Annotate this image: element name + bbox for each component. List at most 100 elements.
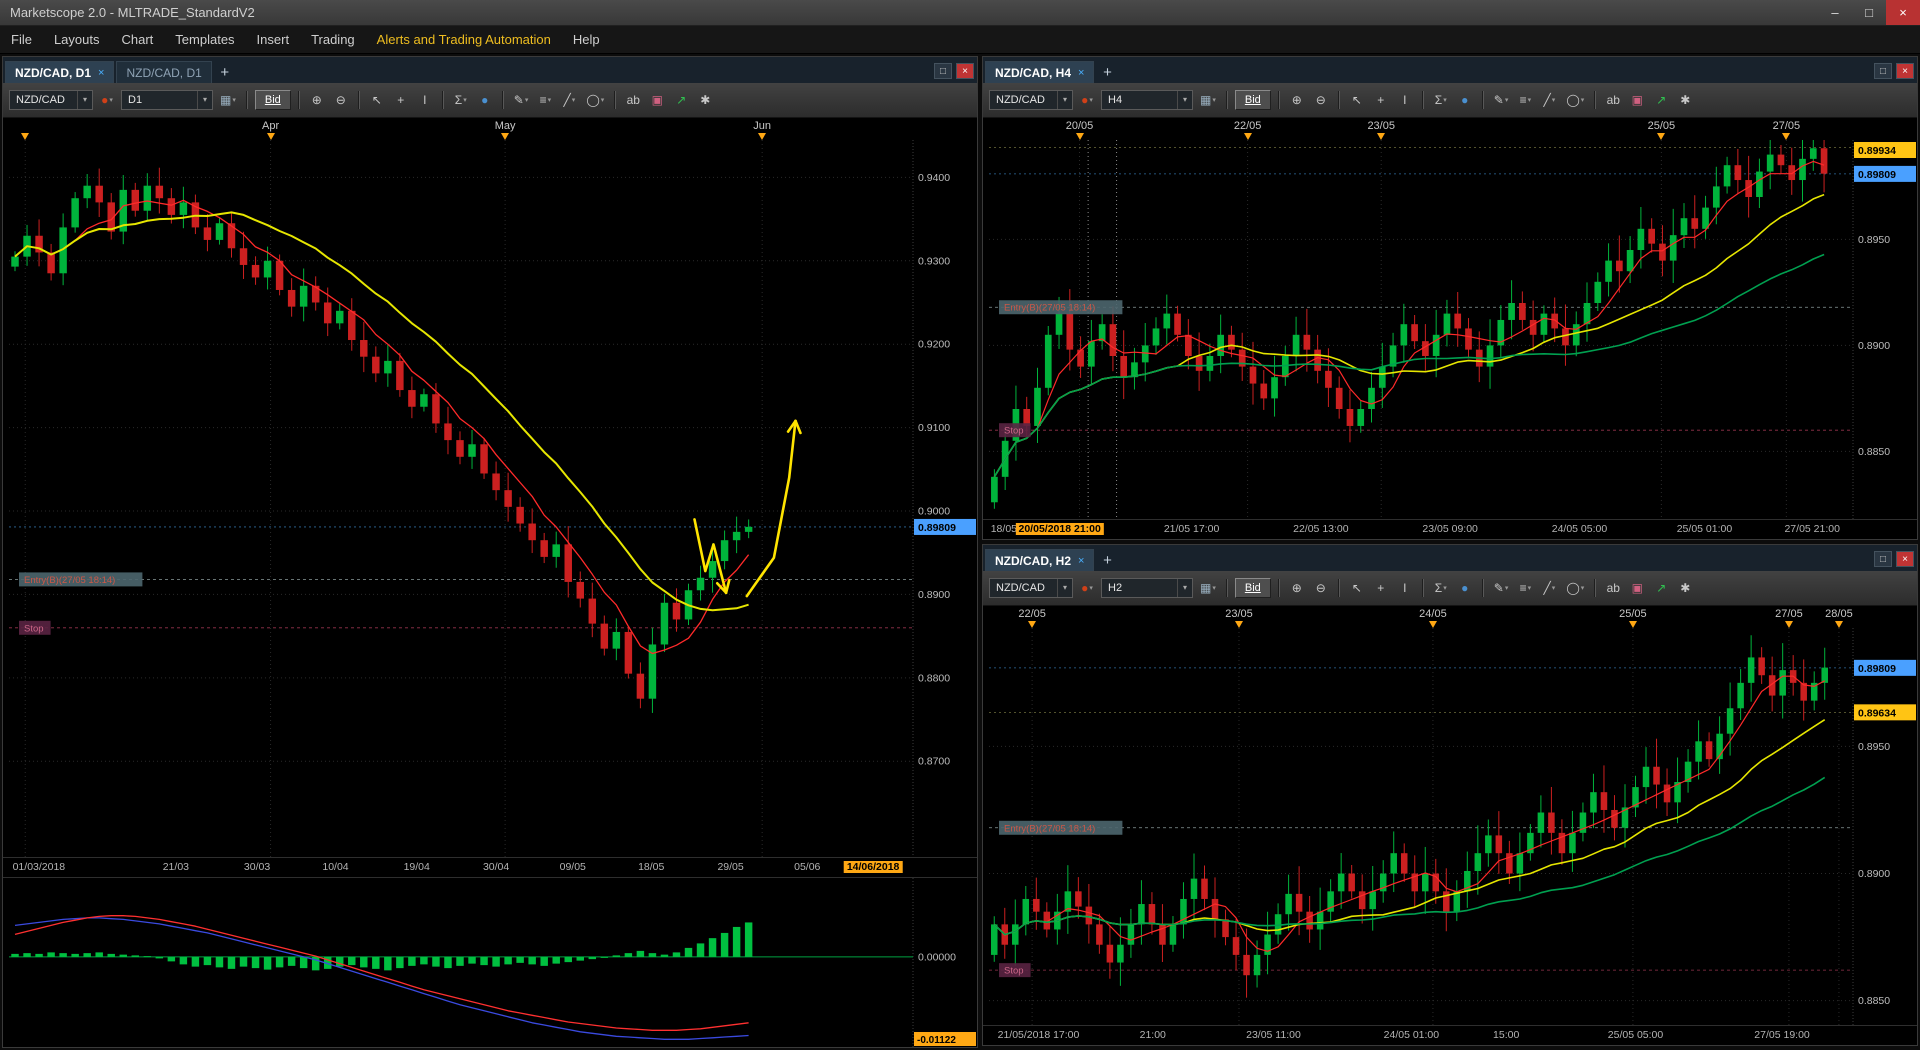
text-cursor-icon[interactable]: I: [1395, 90, 1415, 110]
pointer-icon[interactable]: ↖: [1347, 90, 1367, 110]
channel-icon[interactable]: ≡ ▾: [1515, 90, 1535, 110]
symbol-combo[interactable]: NZD/CAD ▾: [989, 578, 1073, 598]
zoom-out-icon[interactable]: ⊖: [1311, 90, 1331, 110]
tab-close-icon[interactable]: ×: [1078, 67, 1084, 79]
pointer-icon[interactable]: ↖: [1347, 578, 1367, 598]
candle-style-button[interactable]: ● ▾: [1077, 578, 1097, 598]
chart-type-button[interactable]: ▦ ▾: [1197, 578, 1219, 598]
menu-item-trading[interactable]: Trading: [300, 26, 366, 54]
chart-type-button[interactable]: ▦ ▾: [1197, 90, 1219, 110]
entry-order-label[interactable]: Entry(B)(27/05 18:14): [19, 572, 143, 587]
zoom-in-icon[interactable]: ⊕: [307, 90, 327, 110]
menu-item-layouts[interactable]: Layouts: [43, 26, 111, 54]
menu-item-templates[interactable]: Templates: [164, 26, 245, 54]
indicator-chart-d1[interactable]: 0.00000 -0.01122: [3, 877, 977, 1047]
tab-nzd-cad-d1[interactable]: NZD/CAD, D1 ×: [5, 61, 115, 83]
zoom-out-icon[interactable]: ⊖: [331, 90, 351, 110]
globe-icon[interactable]: ●: [1455, 578, 1475, 598]
timeframe-combo[interactable]: D1 ▾: [121, 90, 213, 110]
panel-restore-button[interactable]: □: [934, 63, 952, 79]
eraser-icon[interactable]: ▣: [1627, 578, 1647, 598]
bottom-date-axis[interactable]: 01/03/2018 21/03 30/03 10/04 19/04 30/04 09/05…: [3, 857, 977, 877]
new-tab-button[interactable]: +: [1096, 549, 1118, 571]
candlestick-chart-h4[interactable]: 0.8950 0.8900 0.8850 Entry(B)(27/05 18:14) S…: [983, 140, 1917, 519]
draw-pencil-icon[interactable]: ✎ ▾: [1491, 90, 1512, 110]
new-tab-button[interactable]: +: [1096, 61, 1118, 83]
trendline-icon[interactable]: ╱ ▾: [559, 90, 579, 110]
tab-close-icon[interactable]: ×: [1078, 555, 1084, 567]
settings-icon[interactable]: ✱: [1675, 578, 1695, 598]
panel-close-button[interactable]: ×: [1896, 63, 1914, 79]
globe-icon[interactable]: ●: [475, 90, 495, 110]
buy-arrow-icon[interactable]: ↗: [671, 90, 691, 110]
menu-item-chart[interactable]: Chart: [111, 26, 165, 54]
panel-close-button[interactable]: ×: [1896, 551, 1914, 567]
globe-icon[interactable]: ●: [1455, 90, 1475, 110]
draw-pencil-icon[interactable]: ✎ ▾: [511, 90, 532, 110]
text-cursor-icon[interactable]: I: [1395, 578, 1415, 598]
buy-arrow-icon[interactable]: ↗: [1651, 90, 1671, 110]
entry-order-label[interactable]: Entry(B)(27/05 18:14): [999, 820, 1123, 835]
ellipse-icon[interactable]: ◯ ▾: [583, 90, 607, 110]
candle-style-button[interactable]: ● ▾: [97, 90, 117, 110]
settings-icon[interactable]: ✱: [695, 90, 715, 110]
ellipse-icon[interactable]: ◯ ▾: [1563, 90, 1587, 110]
candlestick-chart-h2[interactable]: 0.8950 0.8900 0.8850 Entry(B)(27/05 18:14) S…: [983, 628, 1917, 1025]
candlestick-chart-d1[interactable]: 0.9400 0.9300 0.9200 0.9100 0.9000 0.8900 0.88…: [3, 140, 977, 857]
candle-style-button[interactable]: ● ▾: [1077, 90, 1097, 110]
settings-icon[interactable]: ✱: [1675, 90, 1695, 110]
zoom-in-icon[interactable]: ⊕: [1287, 90, 1307, 110]
text-label-icon[interactable]: ab: [1603, 90, 1623, 110]
panel-close-button[interactable]: ×: [956, 63, 974, 79]
tab-nzd-cad-h4[interactable]: NZD/CAD, H4 ×: [985, 61, 1095, 83]
crosshair-icon[interactable]: +: [1371, 90, 1391, 110]
stop-order-label[interactable]: Stop: [999, 963, 1031, 978]
crosshair-icon[interactable]: +: [1371, 578, 1391, 598]
text-label-icon[interactable]: ab: [1603, 578, 1623, 598]
channel-icon[interactable]: ≡ ▾: [1515, 578, 1535, 598]
menu-item-alerts-and-trading-automation[interactable]: Alerts and Trading Automation: [366, 26, 562, 54]
entry-order-label[interactable]: Entry(B)(27/05 18:14): [999, 300, 1123, 315]
draw-pencil-icon[interactable]: ✎ ▾: [1491, 578, 1512, 598]
channel-icon[interactable]: ≡ ▾: [535, 90, 555, 110]
menu-item-insert[interactable]: Insert: [246, 26, 301, 54]
new-tab-button[interactable]: +: [214, 61, 236, 83]
indicators-icon[interactable]: Σ ▾: [1431, 90, 1451, 110]
minimize-button[interactable]: –: [1818, 0, 1852, 25]
indicators-icon[interactable]: Σ ▾: [451, 90, 471, 110]
eraser-icon[interactable]: ▣: [647, 90, 667, 110]
bottom-date-axis[interactable]: 21/05/2018 17:00 21:00 23/05 11:00 24/05 01…: [983, 1025, 1917, 1045]
trendline-icon[interactable]: ╱ ▾: [1539, 90, 1559, 110]
indicators-icon[interactable]: Σ ▾: [1431, 578, 1451, 598]
tab-close-icon[interactable]: ×: [98, 67, 104, 79]
ellipse-icon[interactable]: ◯ ▾: [1563, 578, 1587, 598]
crosshair-icon[interactable]: +: [391, 90, 411, 110]
eraser-icon[interactable]: ▣: [1627, 90, 1647, 110]
stop-order-label[interactable]: Stop: [999, 423, 1031, 438]
pointer-icon[interactable]: ↖: [367, 90, 387, 110]
panel-restore-button[interactable]: □: [1874, 63, 1892, 79]
timeframe-combo[interactable]: H4 ▾: [1101, 90, 1193, 110]
panel-restore-button[interactable]: □: [1874, 551, 1892, 567]
bid-toggle-button[interactable]: Bid: [254, 90, 291, 110]
symbol-combo[interactable]: NZD/CAD ▾: [989, 90, 1073, 110]
text-label-icon[interactable]: ab: [623, 90, 643, 110]
buy-arrow-icon[interactable]: ↗: [1651, 578, 1671, 598]
menu-item-file[interactable]: File: [0, 26, 43, 54]
menu-item-help[interactable]: Help: [562, 26, 611, 54]
maximize-button[interactable]: □: [1852, 0, 1886, 25]
bottom-date-axis[interactable]: 18/05/201820/05/2018 21:0021/05 17:0022/…: [983, 519, 1917, 539]
chart-type-button[interactable]: ▦ ▾: [217, 90, 239, 110]
bid-toggle-button[interactable]: Bid: [1234, 578, 1271, 598]
tab-nzd-cad-h2[interactable]: NZD/CAD, H2 ×: [985, 549, 1095, 571]
tab-nzd-cad-d1[interactable]: NZD/CAD, D1: [116, 61, 212, 83]
zoom-in-icon[interactable]: ⊕: [1287, 578, 1307, 598]
stop-order-label[interactable]: Stop: [19, 620, 51, 635]
close-button[interactable]: ×: [1886, 0, 1920, 25]
trendline-icon[interactable]: ╱ ▾: [1539, 578, 1559, 598]
bid-toggle-button[interactable]: Bid: [1234, 90, 1271, 110]
timeframe-combo[interactable]: H2 ▾: [1101, 578, 1193, 598]
symbol-combo[interactable]: NZD/CAD ▾: [9, 90, 93, 110]
text-cursor-icon[interactable]: I: [415, 90, 435, 110]
zoom-out-icon[interactable]: ⊖: [1311, 578, 1331, 598]
